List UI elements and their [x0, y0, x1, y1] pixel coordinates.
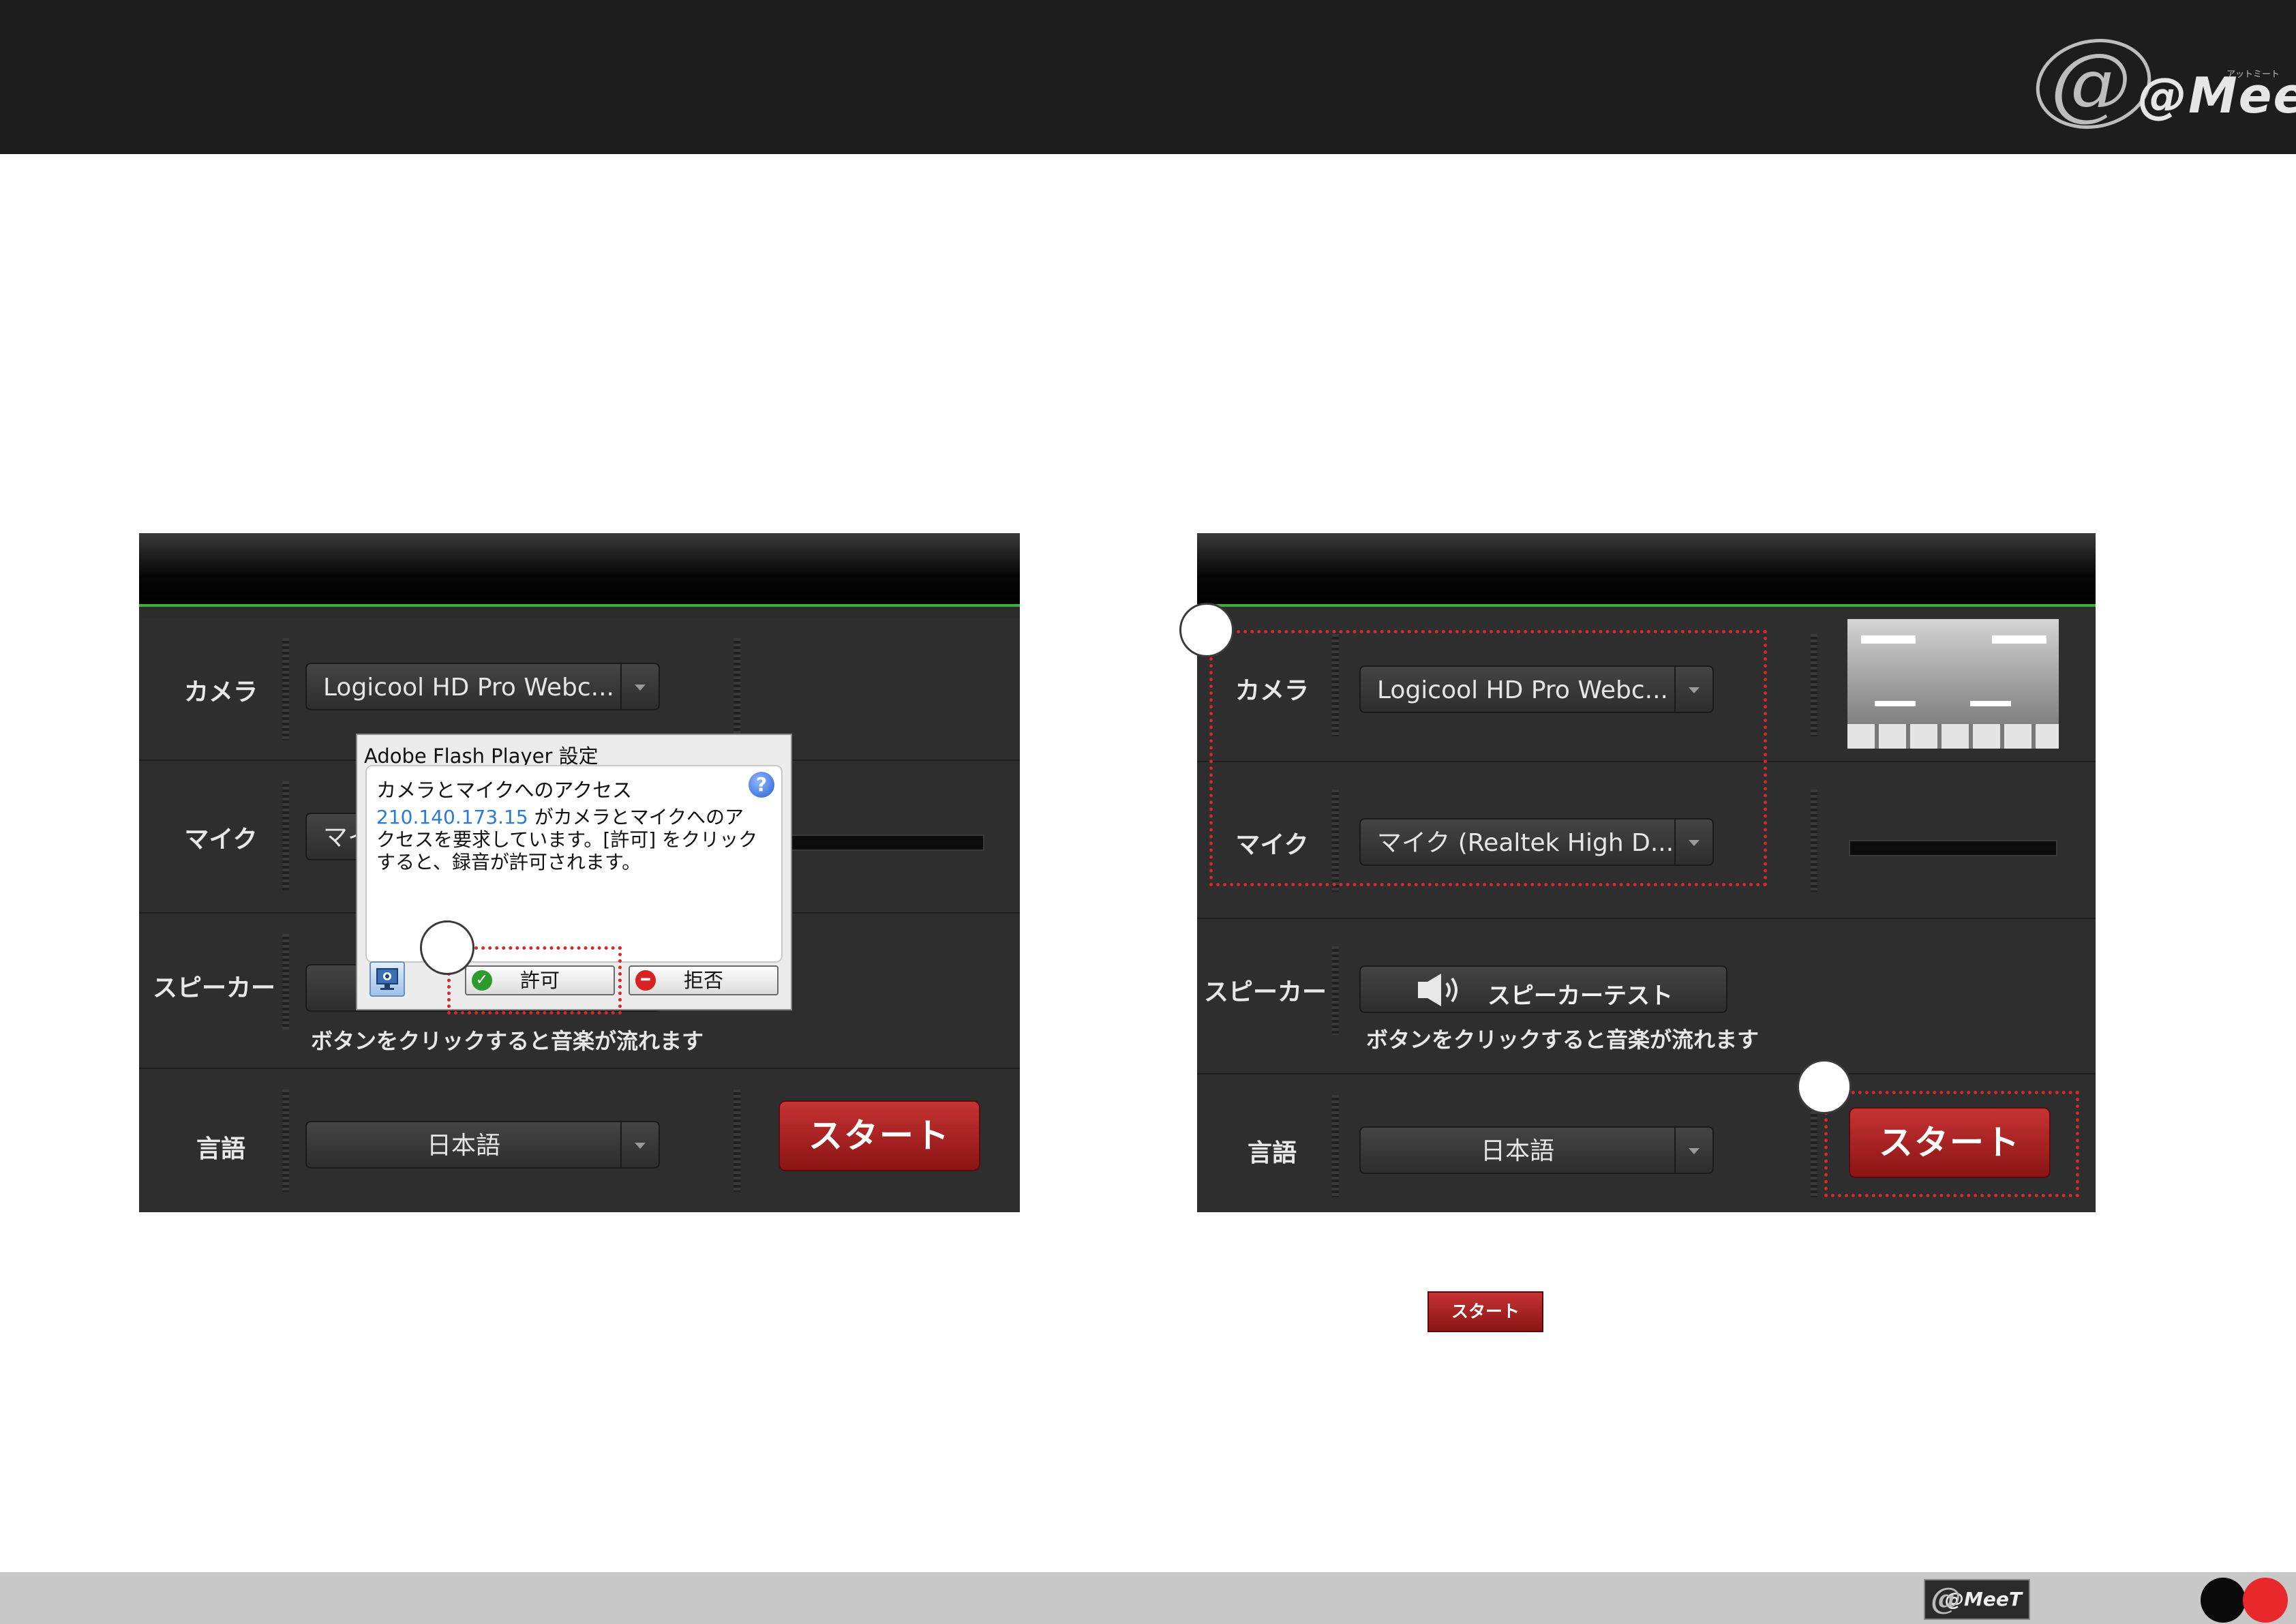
logo-at: @ — [2051, 35, 2131, 130]
row-separator — [734, 638, 740, 740]
page-header: @ @MeeT アットミート — [0, 0, 2296, 154]
language-label: 言語 — [196, 1135, 245, 1163]
row-separator — [1811, 634, 1817, 736]
flash-message-line2: クセスを要求しています。[許可] をクリック — [376, 828, 758, 851]
speaker-label: スピーカー — [1204, 978, 1327, 1006]
allow-highlight-box — [447, 946, 622, 1014]
mic-level-meter — [773, 834, 984, 851]
speaker-label: スピーカー — [152, 974, 275, 1002]
chevron-down-icon[interactable] — [620, 1122, 659, 1167]
left-panel-titlebar — [139, 533, 1020, 607]
language-select[interactable]: 日本語 — [305, 1121, 660, 1169]
row-separator — [282, 638, 289, 740]
right-panel-titlebar — [1197, 533, 2096, 607]
left-row-language: 言語 日本語 スタート — [139, 1069, 1020, 1212]
flash-message-line1: がカメラとマイクへのア — [528, 806, 744, 828]
monitor-icon-graphic — [376, 968, 398, 990]
row-separator — [1811, 790, 1817, 892]
mic-label: マイク — [184, 826, 258, 854]
speaker-test-label: スピーカーテスト — [1487, 982, 1673, 1010]
requesting-ip: 210.140.173.15 — [376, 806, 528, 828]
speaker-hint: ボタンをクリックすると音楽が流れます — [311, 1028, 704, 1054]
camera-preview-image — [1847, 619, 2059, 749]
row-separator — [282, 934, 289, 1029]
flash-dialog-message: 210.140.173.15 がカメラとマイクへのア クセスを要求しています。[… — [376, 806, 772, 873]
camera-label: カメラ — [183, 678, 258, 706]
right-row-speaker: スピーカー スピーカーテスト ボタンをクリックすると音楽が流れます — [1197, 919, 2096, 1074]
language-select-value: 日本語 — [1480, 1137, 1554, 1165]
step-marker-allow — [420, 920, 474, 975]
chevron-down-icon[interactable] — [1674, 1128, 1712, 1173]
speaker-test-button[interactable]: スピーカーテスト — [1359, 965, 1727, 1013]
flash-dialog-heading: カメラとマイクへのアクセス — [376, 779, 632, 802]
caption-start-button-image: スタート — [1428, 1291, 1543, 1332]
monitor-icon[interactable] — [369, 961, 405, 997]
ameet-logo: @ @MeeT アットミート — [2027, 28, 2296, 140]
help-icon[interactable]: ? — [749, 772, 774, 798]
footer-logo-at: @ — [1931, 1582, 1961, 1617]
row-separator — [1332, 946, 1339, 1035]
row-separator — [282, 1089, 289, 1192]
start-button[interactable]: スタート — [779, 1100, 980, 1171]
step-marker-devices — [1179, 603, 1234, 657]
mic-level-meter — [1849, 840, 2057, 856]
row-separator — [734, 1089, 740, 1192]
step-marker-start — [1797, 1059, 1852, 1114]
footer-black-dot — [2201, 1578, 2246, 1623]
language-select-value: 日本語 — [426, 1132, 500, 1160]
deny-button[interactable]: ━ 拒否 — [629, 965, 779, 995]
row-separator — [282, 781, 289, 890]
start-highlight-box — [1824, 1091, 2079, 1197]
device-highlight-box — [1209, 630, 1767, 886]
row-separator — [1332, 1095, 1339, 1197]
language-label: 言語 — [1247, 1139, 1297, 1167]
speaker-hint: ボタンをクリックすると音楽が流れます — [1366, 1027, 1759, 1053]
speaker-icon — [1418, 974, 1457, 1006]
no-entry-icon: ━ — [635, 970, 656, 991]
page-footer: @ @MeeT — [0, 1572, 2296, 1624]
camera-select-value: Logicool HD Pro Webc... — [323, 674, 614, 702]
camera-select[interactable]: Logicool HD Pro Webc... — [305, 663, 660, 710]
deny-button-label: 拒否 — [683, 969, 723, 992]
footer-red-dot — [2243, 1578, 2288, 1623]
footer-logo: @ @MeeT — [1924, 1579, 2030, 1620]
chevron-down-icon[interactable] — [620, 664, 659, 709]
language-select[interactable]: 日本語 — [1359, 1126, 1714, 1174]
flash-message-line3: すると、録音が許可されます。 — [376, 851, 641, 873]
logo-small-text: アットミート — [2226, 70, 2280, 80]
